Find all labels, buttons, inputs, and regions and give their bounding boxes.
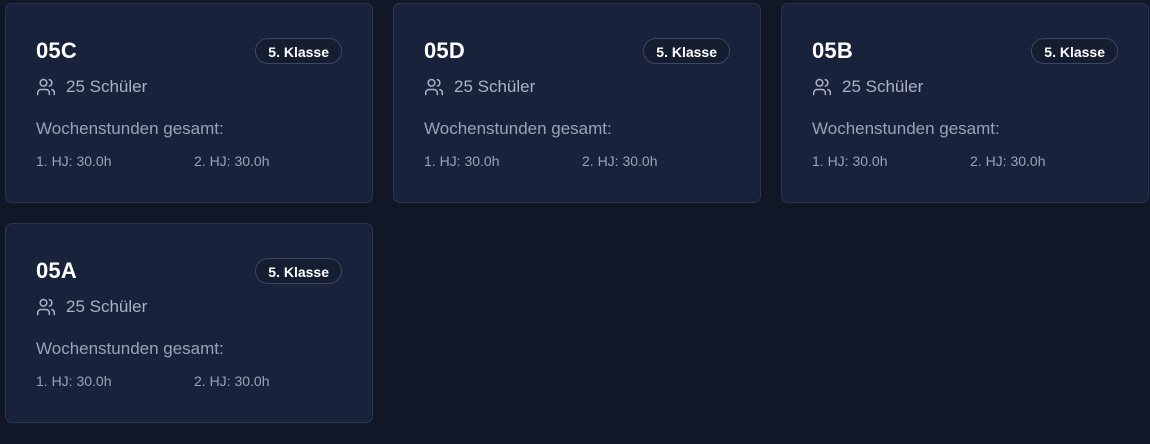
grade-badge: 5. Klasse bbox=[643, 38, 730, 64]
users-icon bbox=[36, 77, 56, 97]
hours-first-half: 1. HJ: 30.0h bbox=[812, 153, 888, 169]
student-count: 25 Schüler bbox=[36, 77, 147, 97]
weekly-hours-label: Wochenstunden gesamt: bbox=[36, 119, 224, 138]
weekly-hours-label: Wochenstunden gesamt: bbox=[36, 339, 224, 358]
student-count-label: 25 Schüler bbox=[66, 77, 148, 96]
hours-second-half: 2. HJ: 30.0h bbox=[582, 153, 658, 169]
class-card-05a[interactable]: 05A 5. Klasse 25 Schüler Wochenstunden g… bbox=[5, 223, 373, 423]
class-card-05d[interactable]: 05D 5. Klasse 25 Schüler Wochenstunden g… bbox=[393, 3, 761, 203]
student-count: 25 Schüler bbox=[36, 297, 147, 317]
class-name: 05D bbox=[424, 38, 465, 63]
users-icon bbox=[36, 297, 56, 317]
hours-second-half: 2. HJ: 30.0h bbox=[194, 153, 270, 169]
class-card-05c[interactable]: 05C 5. Klasse 25 Schüler Wochenstunden g… bbox=[5, 3, 373, 203]
grade-badge: 5. Klasse bbox=[255, 258, 342, 284]
class-card-05b[interactable]: 05B 5. Klasse 25 Schüler Wochenstunden g… bbox=[781, 3, 1149, 203]
hours-first-half: 1. HJ: 30.0h bbox=[36, 373, 112, 389]
student-count-label: 25 Schüler bbox=[842, 77, 924, 96]
weekly-hours-label: Wochenstunden gesamt: bbox=[424, 119, 612, 138]
student-count: 25 Schüler bbox=[812, 77, 923, 97]
student-count-label: 25 Schüler bbox=[66, 297, 148, 316]
grade-badge: 5. Klasse bbox=[1031, 38, 1118, 64]
class-name: 05B bbox=[812, 38, 853, 63]
class-card-grid: 05C 5. Klasse 25 Schüler Wochenstunden g… bbox=[5, 3, 1149, 423]
users-icon bbox=[424, 77, 444, 97]
hours-first-half: 1. HJ: 30.0h bbox=[424, 153, 500, 169]
hours-first-half: 1. HJ: 30.0h bbox=[36, 153, 112, 169]
student-count: 25 Schüler bbox=[424, 77, 535, 97]
class-name: 05C bbox=[36, 38, 77, 63]
grade-badge: 5. Klasse bbox=[255, 38, 342, 64]
users-icon bbox=[812, 77, 832, 97]
student-count-label: 25 Schüler bbox=[454, 77, 536, 96]
weekly-hours-label: Wochenstunden gesamt: bbox=[812, 119, 1000, 138]
hours-second-half: 2. HJ: 30.0h bbox=[970, 153, 1046, 169]
class-name: 05A bbox=[36, 258, 77, 283]
hours-second-half: 2. HJ: 30.0h bbox=[194, 373, 270, 389]
